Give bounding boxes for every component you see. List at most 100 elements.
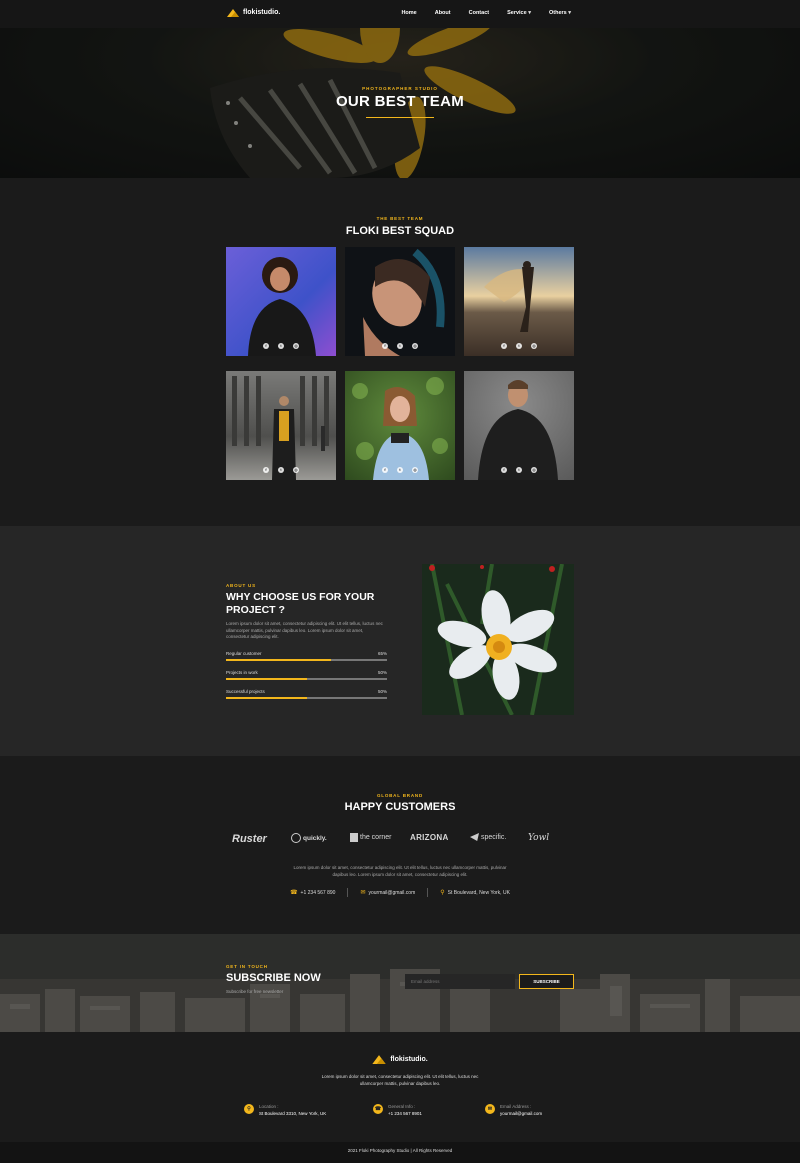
footer-email: ✉ Email Address : yourmail@gmail.com	[485, 1104, 542, 1116]
subscribe-button[interactable]: SUBSCRIBE	[519, 974, 574, 989]
footer-logo-text: flokistudio.	[390, 1055, 428, 1063]
facebook-icon[interactable]: f	[263, 343, 269, 349]
instagram-icon[interactable]: ◎	[412, 467, 418, 473]
footer-body: Lorem ipsum dolor sit amet, consectetur …	[321, 1074, 479, 1086]
team-member-card[interactable]: f t ◎	[464, 371, 574, 480]
team-member-photo	[363, 248, 445, 356]
footer-info-value: +1 234 567 8901	[388, 1111, 422, 1116]
twitter-icon[interactable]: t	[278, 343, 284, 349]
nav-item-about[interactable]: About	[435, 10, 451, 16]
team-member-card[interactable]: f t ◎	[345, 371, 455, 480]
progress-label: Successful projects	[226, 689, 265, 694]
progress-fill	[226, 697, 307, 699]
location-icon: ⚲	[244, 1104, 254, 1114]
address-text: St Boulevard, New York, UK	[447, 889, 510, 896]
footer-info-label: Location :	[259, 1104, 279, 1109]
progress-label: Projects in work	[226, 670, 258, 675]
team-member-photo	[352, 377, 448, 480]
about-eyebrow: ABOUT US	[226, 583, 256, 588]
progress-percent: 65%	[377, 651, 387, 656]
twitter-icon[interactable]: t	[278, 467, 284, 473]
progress-successful-projects: Successful projects 50%	[226, 689, 387, 699]
social-links: f t ◎	[464, 467, 574, 473]
brand-logo-the-corner: the corner	[350, 833, 392, 842]
progress-percent: 50%	[377, 670, 387, 675]
contact-phone[interactable]: ☎ +1 234 567 890	[290, 888, 335, 897]
twitter-icon[interactable]: t	[516, 467, 522, 473]
brand-logo-signature: Yowl	[528, 833, 550, 843]
facebook-icon[interactable]: f	[263, 467, 269, 473]
team-member-photo	[248, 257, 316, 356]
instagram-icon[interactable]: ◎	[531, 343, 537, 349]
facebook-icon[interactable]: f	[382, 343, 388, 349]
top-navbar: flokistudio. Home About Contact Service …	[0, 0, 800, 28]
progress-track	[226, 697, 387, 699]
separator	[427, 888, 429, 897]
email-icon: ✉	[360, 890, 366, 896]
nav-item-service[interactable]: Service	[507, 10, 531, 16]
email-input[interactable]	[405, 974, 515, 989]
site-logo[interactable]: flokistudio.	[227, 8, 280, 17]
team-member-photo	[478, 380, 558, 480]
facebook-icon[interactable]: f	[382, 467, 388, 473]
team-member-photo	[484, 261, 534, 332]
phone-icon: ☎	[373, 1104, 383, 1114]
corner-logo-icon	[350, 833, 358, 842]
team-member-card[interactable]: f t ◎	[345, 247, 455, 356]
footer-info-label: Email Address :	[500, 1104, 532, 1109]
social-links: f t ◎	[345, 467, 455, 473]
customers-title: HAPPY CUSTOMERS	[344, 801, 456, 813]
social-links: f t ◎	[464, 343, 574, 349]
brand-text: the corner	[360, 834, 392, 841]
brand-logo-quickly: quickly.	[291, 833, 327, 843]
daffodil-image	[429, 564, 564, 715]
logo-text: flokistudio.	[243, 9, 281, 16]
instagram-icon[interactable]: ◎	[531, 467, 537, 473]
facebook-icon[interactable]: f	[501, 343, 507, 349]
footer-logo[interactable]: flokistudio.	[0, 1054, 800, 1064]
instagram-icon[interactable]: ◎	[293, 467, 299, 473]
footer	[0, 1032, 800, 1142]
nav-item-contact[interactable]: Contact	[469, 10, 489, 16]
contact-row: ☎ +1 234 567 890 ✉ yourmail@gmail.com ⚲ …	[0, 888, 800, 897]
contact-address[interactable]: ⚲ St Boulevard, New York, UK	[440, 888, 510, 897]
subscribe-eyebrow: GET IN TOUCH	[226, 964, 268, 969]
nav-item-home[interactable]: Home	[401, 10, 416, 16]
team-member-card[interactable]: f t ◎	[226, 371, 336, 480]
main-menu: Home About Contact Service Others	[401, 10, 571, 16]
subscribe-title: SUBSCRIBE NOW	[226, 972, 321, 984]
about-title: WHY CHOOSE US FOR YOUR PROJECT ?	[226, 591, 374, 617]
email-icon: ✉	[485, 1104, 495, 1114]
subscribe-subtitle: Subscribe for free newsletter	[226, 989, 284, 994]
brand-text: specific.	[481, 833, 507, 841]
hero-subtitle: PHOTOGRAPHER STUDIO	[362, 86, 438, 91]
subscribe-section	[0, 934, 800, 1032]
flower-photo	[422, 564, 574, 715]
footer-info-label: General Info :	[388, 1104, 416, 1109]
footer-info-value: St Boulevard 3310, New York, UK	[259, 1111, 327, 1116]
customers-body: Lorem ipsum dolor sit amet, consectetur …	[293, 865, 507, 877]
specific-logo-icon	[470, 833, 479, 841]
instagram-icon[interactable]: ◎	[412, 343, 418, 349]
facebook-icon[interactable]: f	[501, 467, 507, 473]
about-title-line1: WHY CHOOSE US FOR YOUR	[226, 591, 375, 603]
instagram-icon[interactable]: ◎	[293, 343, 299, 349]
team-member-card[interactable]: f t ◎	[226, 247, 336, 356]
contact-email[interactable]: ✉ yourmail@gmail.com	[360, 888, 415, 897]
progress-regular-customer: Regular customer 65%	[226, 651, 387, 661]
nav-item-others[interactable]: Others	[549, 10, 571, 16]
twitter-icon[interactable]: t	[397, 343, 403, 349]
about-body: Lorem ipsum dolor sit amet, consectetur …	[226, 621, 383, 639]
copyright-bar: 2021 Floki Photography Studio | All Righ…	[0, 1142, 800, 1163]
twitter-icon[interactable]: t	[516, 343, 522, 349]
social-links: f t ◎	[226, 343, 336, 349]
progress-fill	[226, 678, 307, 680]
brand-logo-ruster: Ruster	[232, 833, 267, 845]
progress-track	[226, 678, 387, 680]
phone-icon: ☎	[290, 890, 298, 896]
customers-section	[0, 756, 800, 934]
twitter-icon[interactable]: t	[397, 467, 403, 473]
progress-projects-in-work: Projects in work 50%	[226, 670, 387, 680]
team-member-card[interactable]: f t ◎	[464, 247, 574, 356]
progress-fill	[226, 659, 331, 661]
